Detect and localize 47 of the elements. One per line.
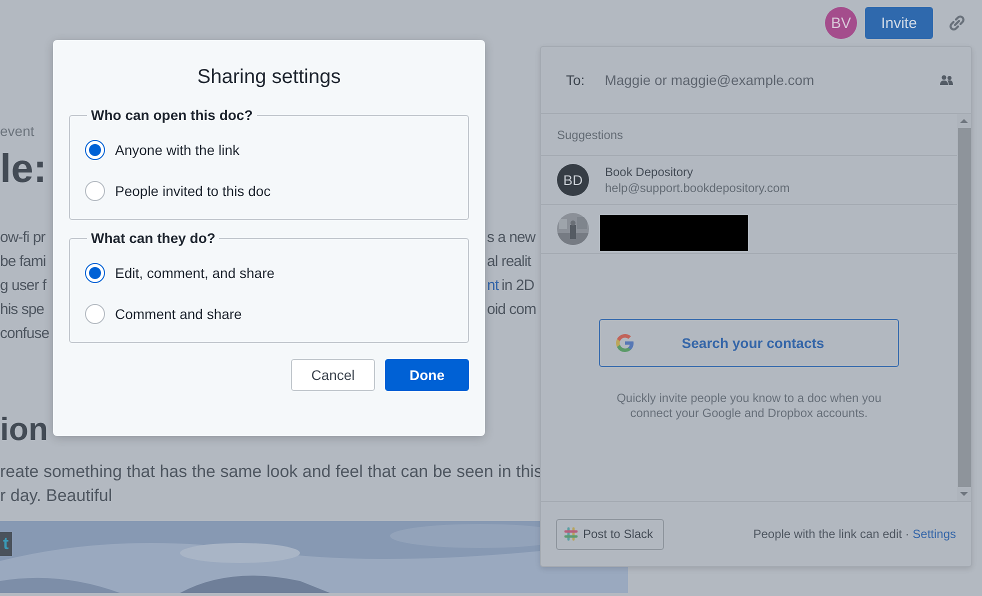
group-legend: What can they do? [87,230,220,246]
document-heading: le: [0,146,47,193]
paragraph-text: confuse [0,325,50,342]
section-heading: ion [0,410,48,449]
paragraph-text: ow-fi pr [0,229,46,246]
permission-text: People with the link can edit · Settings [753,527,956,541]
slack-icon [564,527,578,541]
paragraph-text: oid com [487,300,536,320]
google-icon [616,334,634,352]
group-legend: Who can open this doc? [87,107,257,123]
to-label: To: [566,72,585,88]
paragraph-text: be fami [0,253,46,270]
option-label: Comment and share [115,306,242,322]
contact-email: help@support.bookdepository.com [605,180,790,196]
radio-button[interactable] [85,304,105,324]
suggestions-label: Suggestions [541,114,957,156]
paragraph-text: his spe [0,301,44,318]
link-icon[interactable] [948,14,966,32]
radio-button[interactable] [85,180,105,200]
invite-button[interactable]: Invite [865,7,933,39]
option-label: Edit, comment, and share [115,264,275,280]
paragraph-text: s a new [487,228,536,248]
search-contacts-button[interactable]: Search your contacts [599,319,899,367]
contacts-icon[interactable] [940,75,953,85]
done-button[interactable]: Done [385,359,469,391]
user-avatar[interactable]: BV [825,7,857,39]
contact-avatar: BD [557,164,589,196]
event-label: event [0,122,34,140]
paragraph-text: g user f [0,277,46,294]
settings-link[interactable]: Settings [912,527,956,541]
picture-badge: t [0,532,12,556]
contact-row[interactable]: BD Book Depository help@support.bookdepository.com [541,156,957,205]
paragraph-text: al realit [487,252,531,272]
option-label: People invited to this doc [115,182,271,198]
radio-button[interactable] [85,262,105,282]
recipient-field[interactable]: Maggie or maggie@example.com [604,72,920,88]
paragraph-text: in 2D [502,276,534,296]
cancel-button[interactable]: Cancel [291,359,375,391]
radio-button[interactable] [85,140,105,160]
contact-name: Book Depository [605,164,694,180]
text-link[interactable]: nt [487,274,499,298]
dialog-title: Sharing settings [196,65,342,89]
post-to-slack-button[interactable]: Post to Slack [556,518,664,550]
scrollbar[interactable] [957,114,971,501]
option-label: Anyone with the link [115,142,240,158]
paragraph-text: r day. Beautiful [0,485,114,507]
info-text: Quickly invite people you know to a doc when you connect your Google and Dropbox accounts. [616,391,882,421]
